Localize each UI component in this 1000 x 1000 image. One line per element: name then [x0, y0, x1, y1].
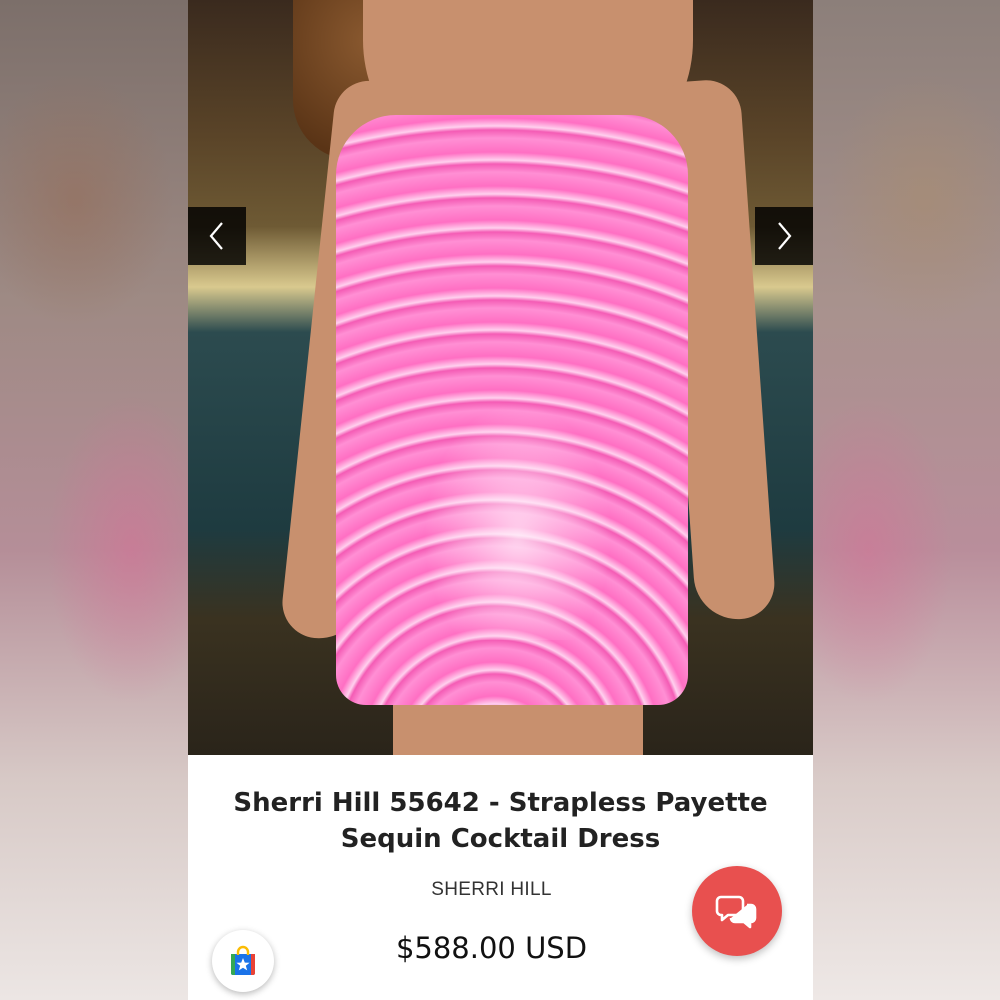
shop-button[interactable] [212, 930, 274, 992]
blurred-background-left [0, 0, 188, 1000]
chat-bubbles-icon [715, 895, 757, 929]
product-page: Sherri Hill 55642 - Strapless Payette Se… [188, 0, 813, 1000]
dress-highlight [408, 380, 628, 640]
previous-image-button[interactable] [188, 207, 246, 265]
chevron-left-icon [209, 222, 223, 250]
product-image[interactable] [188, 0, 813, 755]
blurred-background-right [812, 0, 1000, 1000]
next-image-button[interactable] [755, 207, 813, 265]
chevron-right-icon [778, 222, 792, 250]
chat-button[interactable] [692, 866, 782, 956]
shopping-bag-star-icon [231, 945, 255, 975]
product-title: Sherri Hill 55642 - Strapless Payette Se… [233, 788, 768, 854]
